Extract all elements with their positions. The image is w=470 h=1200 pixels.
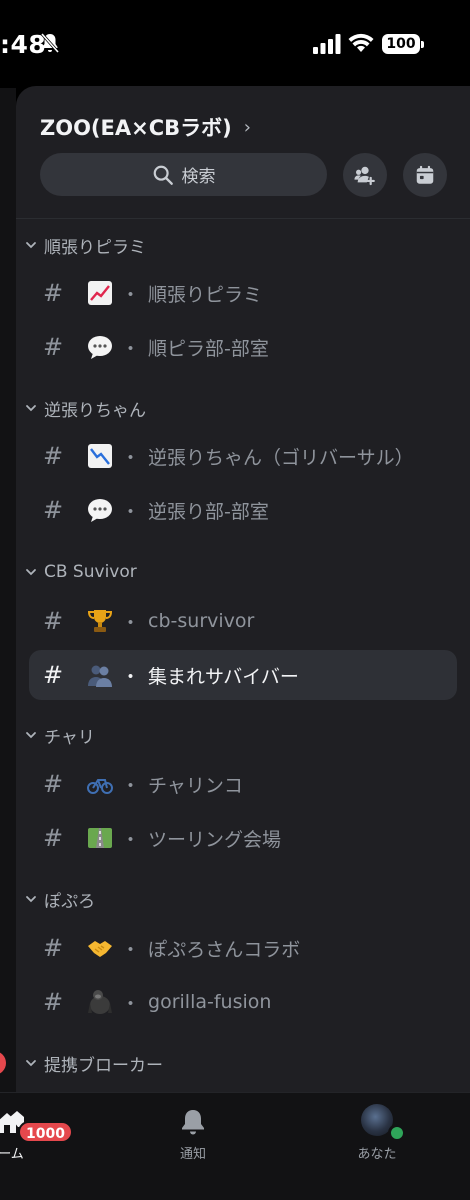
channel-item[interactable]: # ・ cb-survivor bbox=[29, 596, 457, 646]
hash-icon: # bbox=[42, 607, 64, 635]
add-user-icon bbox=[354, 166, 375, 186]
tab-you-label: あなた bbox=[357, 1147, 397, 1162]
chart-down-icon bbox=[87, 443, 113, 469]
hash-icon: # bbox=[42, 496, 64, 524]
tab-notifications[interactable]: 通知 bbox=[168, 1107, 218, 1167]
events-button[interactable] bbox=[403, 153, 447, 197]
bell-icon bbox=[182, 1110, 204, 1135]
status-bar: :48 100 bbox=[0, 0, 470, 88]
header-divider bbox=[16, 218, 470, 219]
category-label: 順張りピラミ bbox=[44, 237, 146, 258]
server-rail[interactable] bbox=[0, 88, 16, 1092]
hash-icon: # bbox=[42, 279, 64, 307]
channel-item[interactable]: # ・ ぽぷろさんコラボ bbox=[29, 923, 457, 973]
category-header[interactable]: 順張りピラミ bbox=[24, 233, 146, 258]
tab-notifications-label: 通知 bbox=[179, 1147, 206, 1162]
channel-name: ツーリング会場 bbox=[148, 828, 282, 851]
category-label: チャリ bbox=[44, 727, 95, 748]
bottom-tab-bar: ーム 通知 あなた bbox=[0, 1092, 470, 1200]
channel-name: gorilla-fusion bbox=[148, 991, 272, 1013]
category-label: CB Suvivor bbox=[44, 562, 137, 582]
chevron-right-icon: › bbox=[243, 116, 251, 138]
hash-icon: # bbox=[42, 661, 64, 689]
channel-separator: ・ bbox=[121, 665, 141, 688]
channel-separator: ・ bbox=[121, 774, 141, 797]
category-header[interactable]: 提携ブローカー bbox=[24, 1051, 163, 1076]
channel-name: 順張りピラミ bbox=[148, 283, 263, 306]
hash-icon: # bbox=[42, 770, 64, 798]
speech-bubble-icon bbox=[87, 334, 113, 360]
category-label: 逆張りちゃん bbox=[44, 400, 146, 421]
hash-icon: # bbox=[42, 824, 64, 852]
search-icon bbox=[153, 165, 173, 185]
channel-name: cb-survivor bbox=[148, 610, 255, 632]
channel-name: 逆張り部-部室 bbox=[148, 500, 269, 523]
chevron-down-icon bbox=[26, 242, 36, 249]
channel-item[interactable]: # ・ 逆張り部-部室 bbox=[29, 485, 457, 535]
channel-item[interactable]: # ・ ツーリング会場 bbox=[29, 813, 457, 863]
search-button[interactable]: 検索 bbox=[40, 153, 327, 196]
channel-item[interactable]: # ・ 逆張りちゃん（ゴリバーサル） bbox=[29, 431, 457, 481]
channel-name: 逆張りちゃん（ゴリバーサル） bbox=[148, 446, 414, 469]
bicycle-icon bbox=[87, 771, 113, 797]
hash-icon: # bbox=[42, 333, 64, 361]
bell-off-icon bbox=[40, 33, 60, 53]
wifi-icon bbox=[348, 33, 374, 52]
speech-bubble-icon bbox=[87, 497, 113, 523]
handshake-icon bbox=[87, 935, 113, 961]
chevron-down-icon bbox=[26, 405, 36, 412]
channel-name: 順ピラ部-部室 bbox=[148, 337, 269, 360]
channel-separator: ・ bbox=[121, 500, 141, 523]
chevron-down-icon bbox=[26, 732, 36, 739]
trophy-icon bbox=[87, 608, 113, 634]
home-unread-badge: 1000 bbox=[18, 1121, 73, 1143]
hash-icon: # bbox=[42, 442, 64, 470]
hash-icon: # bbox=[42, 934, 64, 962]
signal-icon bbox=[313, 34, 341, 54]
channel-item[interactable]: # ・ 順ピラ部-部室 bbox=[29, 322, 457, 372]
gorilla-icon bbox=[87, 989, 113, 1015]
server-header[interactable]: ZOO(EA×CBラボ) › bbox=[40, 112, 251, 142]
channel-item[interactable]: # ・ 順張りピラミ bbox=[29, 268, 457, 318]
channel-item[interactable]: # ・ gorilla-fusion bbox=[29, 977, 457, 1027]
category-header[interactable]: チャリ bbox=[24, 723, 95, 748]
channel-separator: ・ bbox=[121, 446, 141, 469]
hash-icon: # bbox=[42, 988, 64, 1016]
chevron-down-icon bbox=[26, 896, 36, 903]
channel-separator: ・ bbox=[121, 337, 141, 360]
category-header[interactable]: ぽぷろ bbox=[24, 887, 96, 912]
channel-name: ぽぷろさんコラボ bbox=[148, 938, 301, 961]
channel-separator: ・ bbox=[121, 283, 141, 306]
server-name: ZOO(EA×CBラボ) bbox=[40, 116, 232, 140]
chevron-down-icon bbox=[26, 1060, 36, 1067]
chart-up-icon bbox=[87, 280, 113, 306]
online-status-icon bbox=[388, 1124, 406, 1142]
category-header[interactable]: CB Suvivor bbox=[24, 560, 137, 584]
chevron-down-icon bbox=[26, 569, 36, 576]
search-label: 検索 bbox=[181, 167, 216, 187]
channel-separator: ・ bbox=[121, 992, 141, 1015]
calendar-icon bbox=[416, 165, 434, 184]
people-icon bbox=[87, 662, 113, 688]
category-header[interactable]: 逆張りちゃん bbox=[24, 396, 146, 421]
category-label: ぽぷろ bbox=[44, 891, 96, 912]
channel-name: チャリンコ bbox=[148, 774, 243, 797]
invite-members-button[interactable] bbox=[343, 153, 387, 197]
channel-item-selected[interactable]: # ・ 集まれサバイバー bbox=[29, 650, 457, 700]
road-icon bbox=[87, 825, 113, 851]
battery-indicator: 100 bbox=[382, 34, 424, 54]
channel-separator: ・ bbox=[121, 611, 141, 634]
channel-separator: ・ bbox=[121, 828, 141, 851]
channel-name: 集まれサバイバー bbox=[148, 665, 299, 688]
tab-home-label: ーム bbox=[0, 1147, 24, 1162]
channel-panel: ZOO(EA×CBラボ) › 検索 順張りピラミ # ・ 順張りピラミ # ・ … bbox=[16, 86, 470, 1092]
channel-item[interactable]: # ・ チャリンコ bbox=[29, 759, 457, 809]
category-label: 提携ブローカー bbox=[44, 1055, 163, 1076]
channel-separator: ・ bbox=[121, 938, 141, 961]
